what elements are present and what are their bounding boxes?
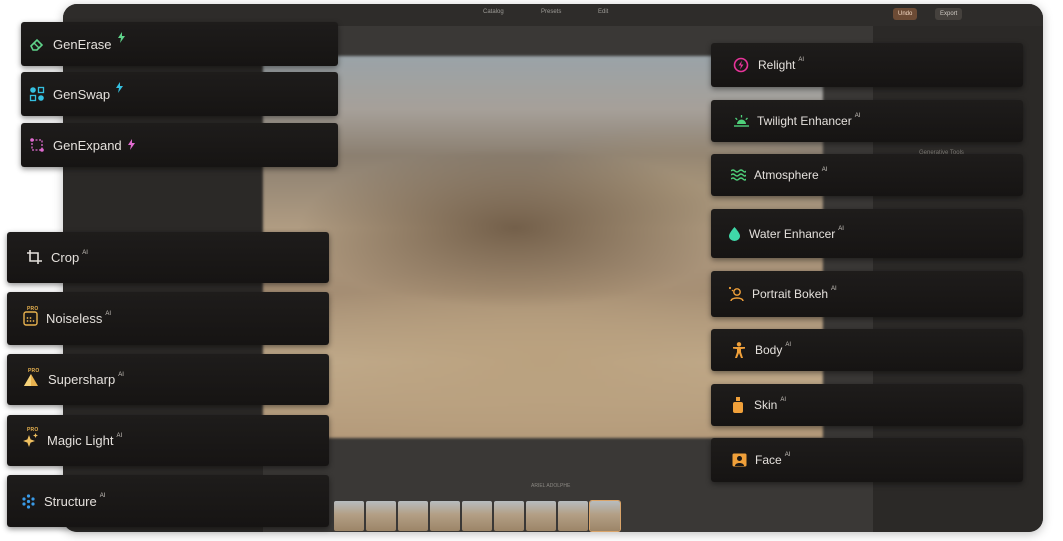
ai-badge: AI: [831, 286, 837, 292]
tab-presets[interactable]: Presets: [541, 9, 561, 15]
ai-badge: AI: [82, 249, 88, 256]
ai-badge: AI: [780, 397, 787, 403]
ai-badge: AI: [838, 225, 844, 232]
structure-icon: [20, 493, 36, 509]
noiseless-icon: PRO: [21, 306, 39, 326]
crop-label: Crop: [51, 250, 80, 265]
generase-label: GenErase: [53, 36, 112, 52]
water-enhancer-card[interactable]: Water Enhancer AI: [711, 209, 1023, 258]
ai-badge: AI: [798, 57, 805, 63]
body-label: Body: [755, 343, 783, 357]
filmstrip-thumb[interactable]: [526, 501, 556, 531]
skin-card[interactable]: Skin AI: [711, 384, 1023, 426]
tab-edit[interactable]: Edit: [598, 9, 608, 15]
atmosphere-label: Atmosphere: [754, 168, 819, 182]
pro-badge: PRO: [27, 306, 39, 312]
lightning-icon: [116, 81, 124, 96]
pro-badge: PRO: [28, 367, 40, 374]
lightning-icon: [117, 31, 125, 46]
magic-light-card[interactable]: PRO Magic Light AI: [7, 415, 329, 466]
atmosphere-card[interactable]: Atmosphere AI: [711, 154, 1023, 196]
supersharp-card[interactable]: PRO Supersharp AI: [7, 354, 329, 405]
body-icon: [731, 342, 747, 358]
face-card[interactable]: Face AI: [711, 438, 1023, 482]
lightning-icon: [127, 138, 135, 153]
face-icon: [731, 453, 747, 467]
relight-icon: [733, 57, 749, 73]
filmstrip-thumb[interactable]: [462, 501, 492, 531]
ai-badge: AI: [105, 310, 112, 317]
water-enhancer-label: Water Enhancer: [749, 226, 836, 241]
magic-light-icon: PRO: [21, 427, 39, 449]
structure-label: Structure: [44, 493, 97, 509]
genexpand-card[interactable]: GenExpand: [21, 123, 338, 167]
swap-icon: [29, 86, 45, 102]
ai-badge: AI: [854, 113, 861, 119]
twilight-enhancer-label: Twilight Enhancer: [757, 114, 852, 128]
crop-card[interactable]: Crop AI: [7, 232, 329, 283]
atmosphere-icon: [730, 169, 746, 181]
genswap-label: GenSwap: [53, 86, 111, 102]
body-card[interactable]: Body AI: [711, 329, 1023, 371]
ai-badge: AI: [821, 167, 828, 173]
ai-badge: AI: [99, 493, 106, 499]
filmstrip-thumb[interactable]: [366, 501, 396, 531]
twilight-icon: [732, 114, 750, 128]
ai-badge: AI: [118, 371, 124, 378]
skin-icon: [731, 397, 745, 413]
filmstrip-thumb[interactable]: [589, 500, 621, 532]
supersharp-label: Supersharp: [48, 372, 116, 387]
portrait-bokeh-card[interactable]: Portrait Bokeh AI: [711, 271, 1023, 317]
water-drop-icon: [728, 226, 740, 241]
filmstrip-thumb[interactable]: [398, 501, 428, 531]
noiseless-card[interactable]: PRO Noiseless AI: [7, 292, 329, 345]
portrait-bokeh-label: Portrait Bokeh: [752, 287, 829, 301]
relight-label: Relight: [758, 58, 796, 72]
skin-label: Skin: [754, 398, 778, 412]
filmstrip-thumb[interactable]: [558, 501, 588, 531]
portrait-bokeh-icon: [727, 286, 744, 302]
genexpand-label: GenExpand: [53, 137, 122, 153]
filmstrip-thumb[interactable]: [430, 501, 460, 531]
ai-badge: AI: [785, 342, 792, 348]
undo-button[interactable]: Undo: [893, 8, 918, 20]
genswap-card[interactable]: GenSwap: [21, 72, 338, 116]
face-label: Face: [755, 453, 782, 467]
crop-icon: [26, 250, 42, 265]
export-button[interactable]: Export: [935, 8, 963, 20]
twilight-enhancer-card[interactable]: Twilight Enhancer AI: [711, 100, 1023, 142]
noiseless-label: Noiseless: [46, 311, 103, 326]
ai-badge: AI: [116, 432, 123, 439]
filmstrip: [334, 500, 621, 532]
relight-card[interactable]: Relight AI: [711, 43, 1023, 87]
generase-card[interactable]: GenErase: [21, 22, 338, 66]
tab-catalog[interactable]: Catalog: [483, 9, 504, 15]
filmstrip-label: ARIEL ADOLPHE: [531, 483, 571, 489]
eraser-icon: [29, 37, 45, 51]
expand-icon: [29, 137, 45, 153]
supersharp-icon: PRO: [22, 368, 40, 387]
structure-card[interactable]: Structure AI: [7, 475, 329, 527]
filmstrip-thumb[interactable]: [334, 501, 364, 531]
filmstrip-thumb[interactable]: [494, 501, 524, 531]
magic-light-label: Magic Light: [47, 433, 114, 448]
pro-badge: PRO: [27, 427, 39, 433]
ai-badge: AI: [784, 452, 791, 458]
